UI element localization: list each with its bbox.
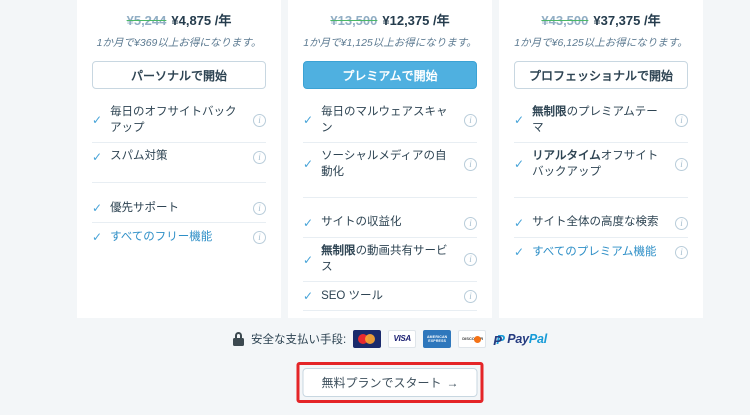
- savings-note: 1か月で¥1,125以上お得になります。: [303, 35, 477, 50]
- savings-note: 1か月で¥6,125以上お得になります。: [514, 35, 688, 50]
- professional-cta-button[interactable]: プロフェッショナルで開始: [514, 61, 688, 89]
- original-price: ¥13,500: [330, 13, 377, 28]
- arrow-right-icon: →: [447, 376, 459, 390]
- feature-item: ✓ サイト全体の高度な検索 i: [514, 209, 688, 237]
- current-price: ¥12,375: [382, 13, 429, 28]
- free-plan-button-label: 無料プランでスタート: [321, 376, 441, 390]
- discover-icon: DISCOVER: [458, 330, 486, 348]
- check-icon: ✓: [303, 252, 313, 268]
- feature-label: 毎日のマルウェアスキャン: [321, 105, 458, 136]
- info-icon[interactable]: i: [253, 231, 266, 244]
- lock-icon: [233, 332, 244, 346]
- feature-item: ✓ サイトの収益化 i: [303, 209, 477, 237]
- original-price: ¥43,500: [541, 13, 588, 28]
- feature-item: ✓ SEO ツール i: [303, 282, 477, 310]
- feature-item: ✓ 毎日のオフサイトバックアップ i: [92, 99, 266, 142]
- feature-group-separator: [303, 186, 477, 209]
- feature-item: ✓ リアルタイムオフサイトバックアップ i: [514, 143, 688, 186]
- savings-note: 1か月で¥369以上お得になります。: [92, 35, 266, 50]
- check-icon: ✓: [303, 288, 313, 304]
- feature-item: ✓ 毎日のマルウェアスキャン i: [303, 99, 477, 142]
- info-icon[interactable]: i: [464, 158, 477, 171]
- feature-label: サイトの収益化: [321, 215, 458, 231]
- feature-label: 無制限のプレミアムテーマ: [532, 105, 669, 136]
- amex-icon: AMERICAN EXPRESS: [423, 330, 451, 348]
- current-price: ¥4,875: [171, 13, 211, 28]
- check-icon: ✓: [92, 229, 102, 245]
- check-icon: ✓: [92, 149, 102, 165]
- info-icon[interactable]: i: [464, 253, 477, 266]
- feature-item: ✓コンシェルジュ設定i: [303, 311, 477, 318]
- feature-list: ✓ 無制限のプレミアムテーマ i ✓ リアルタイムオフサイトバックアップ i ✓ サイト全体の…: [514, 99, 688, 266]
- visa-icon: VISA: [388, 330, 416, 348]
- feature-item: ✓ ソーシャルメディアの自動化 i: [303, 143, 477, 186]
- feature-label: 毎日のオフサイトバックアップ: [110, 105, 247, 136]
- plans-row: ¥5,244 ¥4,875 /年 1か月で¥369以上お得になります。 パーソナル…: [77, 0, 703, 318]
- price-period: /年: [433, 13, 450, 28]
- info-icon[interactable]: i: [464, 290, 477, 303]
- price-row: ¥43,500 ¥37,375 /年: [514, 0, 688, 29]
- feature-label: 無制限の動画共有サービス: [321, 244, 458, 275]
- check-icon: ✓: [303, 112, 313, 128]
- info-icon[interactable]: i: [464, 217, 477, 230]
- info-icon[interactable]: i: [253, 114, 266, 127]
- current-price: ¥37,375: [593, 13, 640, 28]
- feature-item: ✓ スパム対策 i: [92, 143, 266, 171]
- feature-link[interactable]: すべてのフリー機能: [110, 230, 247, 246]
- original-price: ¥5,244: [127, 13, 167, 28]
- check-icon: ✓: [514, 244, 524, 260]
- feature-label: スパム対策: [110, 149, 247, 165]
- personal-cta-button[interactable]: パーソナルで開始: [92, 61, 266, 89]
- price-row: ¥13,500 ¥12,375 /年: [303, 0, 477, 29]
- feature-label: ソーシャルメディアの自動化: [321, 149, 458, 180]
- check-icon: ✓: [303, 215, 313, 231]
- feature-item: ✓ 無制限の動画共有サービス i: [303, 238, 477, 281]
- paypal-icon: PP PayPal: [493, 332, 547, 347]
- feature-group-separator: [514, 186, 688, 209]
- info-icon[interactable]: i: [253, 202, 266, 215]
- price-row: ¥5,244 ¥4,875 /年: [92, 0, 266, 29]
- feature-list: ✓ 毎日のマルウェアスキャン i ✓ ソーシャルメディアの自動化 i ✓ サイトの収益化 i ✓ 無…: [303, 99, 477, 318]
- premium-cta-button[interactable]: プレミアムで開始: [303, 61, 477, 89]
- mastercard-icon: [353, 330, 381, 348]
- paypal-mark-icon: PP: [493, 332, 505, 347]
- check-icon: ✓: [514, 215, 524, 231]
- feature-link[interactable]: すべてのプレミアム機能: [532, 245, 669, 261]
- feature-label: リアルタイムオフサイトバックアップ: [532, 149, 669, 180]
- price-period: /年: [215, 13, 232, 28]
- feature-item: ✓ 優先サポート i: [92, 194, 266, 222]
- feature-label: SEO ツール: [321, 289, 458, 305]
- info-icon[interactable]: i: [675, 246, 688, 259]
- info-icon[interactable]: i: [675, 114, 688, 127]
- feature-label: 優先サポート: [110, 201, 247, 217]
- start-free-plan-button[interactable]: 無料プランでスタート →: [302, 368, 477, 397]
- info-icon[interactable]: i: [675, 158, 688, 171]
- plan-card-premium: ¥13,500 ¥12,375 /年 1か月で¥1,125以上お得になります。 プ…: [288, 0, 492, 318]
- check-icon: ✓: [303, 317, 313, 318]
- info-icon[interactable]: i: [253, 151, 266, 164]
- annotation-highlight-box: 無料プランでスタート →: [296, 362, 483, 403]
- feature-label: サイト全体の高度な検索: [532, 215, 669, 231]
- feature-item: ✓ すべてのフリー機能 i: [92, 223, 266, 251]
- payment-methods-row: 安全な支払い手段: VISA AMERICAN EXPRESS DISCOVER…: [77, 330, 703, 348]
- feature-list: ✓ 毎日のオフサイトバックアップ i ✓ スパム対策 i ✓ 優先サポート i ✓ すべてのフリー機…: [92, 99, 266, 252]
- price-period: /年: [644, 13, 661, 28]
- check-icon: ✓: [514, 156, 524, 172]
- feature-group-separator: [92, 171, 266, 194]
- payment-label: 安全な支払い手段:: [251, 331, 346, 347]
- info-icon[interactable]: i: [464, 114, 477, 127]
- plan-card-personal: ¥5,244 ¥4,875 /年 1か月で¥369以上お得になります。 パーソナル…: [77, 0, 281, 318]
- check-icon: ✓: [303, 156, 313, 172]
- plan-card-professional: ¥43,500 ¥37,375 /年 1か月で¥6,125以上お得になります。 プ…: [499, 0, 703, 318]
- feature-item: ✓ すべてのプレミアム機能 i: [514, 238, 688, 266]
- feature-item: ✓ 無制限のプレミアムテーマ i: [514, 99, 688, 142]
- check-icon: ✓: [514, 112, 524, 128]
- check-icon: ✓: [92, 200, 102, 216]
- info-icon[interactable]: i: [675, 217, 688, 230]
- check-icon: ✓: [92, 112, 102, 128]
